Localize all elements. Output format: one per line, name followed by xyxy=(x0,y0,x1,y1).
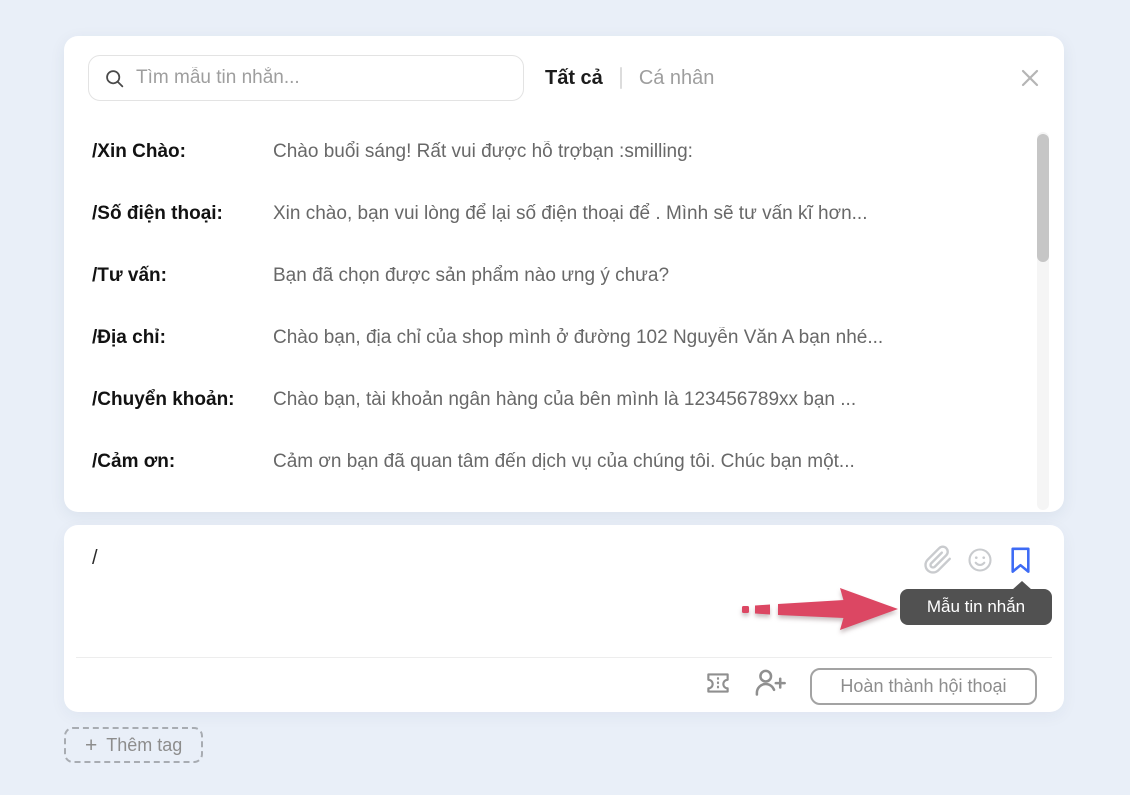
template-list: /Xin Chào: Chào buổi sáng! Rất vui được … xyxy=(92,121,1008,493)
coupon-icon[interactable] xyxy=(703,670,733,701)
attachment-icon[interactable] xyxy=(923,545,953,575)
close-button[interactable] xyxy=(1018,66,1042,90)
template-preview: Cảm ơn bạn đã quan tâm đến dịch vụ của c… xyxy=(273,451,1008,473)
template-command: /Cảm ơn: xyxy=(92,451,273,473)
search-input[interactable] xyxy=(136,67,508,89)
template-command: /Địa chỉ: xyxy=(92,327,273,349)
message-template-popup: Tất cả Cá nhân /Xin Chào: Chào buổi sáng… xyxy=(64,36,1064,512)
complete-conversation-button[interactable]: Hoàn thành hội thoại xyxy=(810,668,1037,705)
message-input[interactable]: / xyxy=(92,547,874,577)
template-row[interactable]: /Cảm ơn: Cảm ơn bạn đã quan tâm đến dịch… xyxy=(92,431,1008,493)
scrollbar-track[interactable] xyxy=(1037,132,1049,510)
plus-icon: + xyxy=(85,735,97,756)
template-row[interactable]: /Số điện thoại: Xin chào, bạn vui lòng đ… xyxy=(92,183,1008,245)
message-composer: / Mẫu tin nhắn xyxy=(64,525,1064,712)
template-search[interactable] xyxy=(88,55,524,101)
template-command: /Xin Chào: xyxy=(92,141,273,163)
template-row[interactable]: /Chuyển khoản: Chào bạn, tài khoản ngân … xyxy=(92,369,1008,431)
template-tabs: Tất cả Cá nhân xyxy=(545,36,714,120)
template-preview: Chào bạn, tài khoản ngân hàng của bên mì… xyxy=(273,389,1008,411)
add-tag-label: Thêm tag xyxy=(106,735,182,756)
scrollbar-thumb[interactable] xyxy=(1037,134,1049,262)
composer-toolbar xyxy=(923,545,1034,575)
emoji-icon[interactable] xyxy=(966,546,994,574)
tab-divider xyxy=(620,67,622,89)
composer-divider xyxy=(76,657,1052,658)
template-row[interactable]: /Xin Chào: Chào buổi sáng! Rất vui được … xyxy=(92,121,1008,183)
tab-personal[interactable]: Cá nhân xyxy=(639,67,715,90)
template-preview: Bạn đã chọn được sản phẩm nào ưng ý chưa… xyxy=(273,265,1008,287)
search-icon xyxy=(104,68,125,89)
add-user-icon[interactable] xyxy=(753,668,786,702)
message-template-icon[interactable] xyxy=(1007,546,1034,575)
add-tag-button[interactable]: + Thêm tag xyxy=(64,727,203,763)
close-icon xyxy=(1019,67,1041,89)
template-tooltip: Mẫu tin nhắn xyxy=(900,589,1052,625)
template-preview: Chào buổi sáng! Rất vui được hỗ trợbạn :… xyxy=(273,141,1008,163)
tooltip-label: Mẫu tin nhắn xyxy=(927,597,1025,617)
template-command: /Tư vấn: xyxy=(92,265,273,287)
template-command: /Số điện thoại: xyxy=(92,203,273,225)
template-preview: Chào bạn, địa chỉ của shop mình ở đường … xyxy=(273,327,1008,349)
template-preview: Xin chào, bạn vui lòng để lại số điện th… xyxy=(273,203,1008,225)
template-row[interactable]: /Địa chỉ: Chào bạn, địa chỉ của shop mìn… xyxy=(92,307,1008,369)
template-command: /Chuyển khoản: xyxy=(92,389,273,411)
pointer-arrow xyxy=(740,583,904,635)
tab-all[interactable]: Tất cả xyxy=(545,67,603,90)
template-row[interactable]: /Tư vấn: Bạn đã chọn được sản phẩm nào ư… xyxy=(92,245,1008,307)
